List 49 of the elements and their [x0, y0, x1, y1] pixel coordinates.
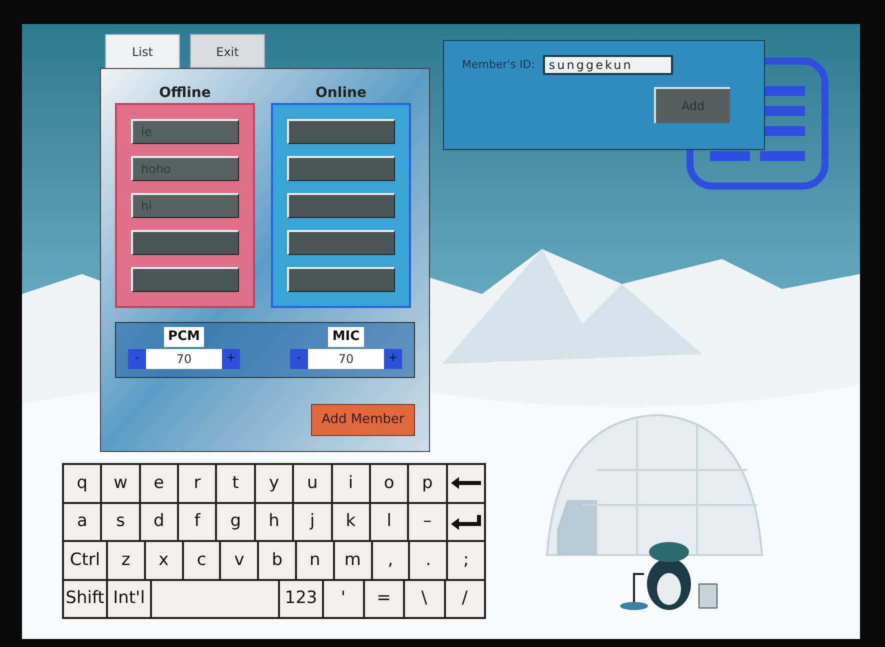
keyboard-key[interactable]: i [332, 464, 370, 502]
keyboard-key[interactable]: ; [447, 541, 485, 580]
keyboard-key[interactable]: h [254, 502, 294, 541]
keyboard-key[interactable]: ' [323, 580, 364, 618]
keyboard-key[interactable]: o [370, 464, 408, 502]
keyboard-key[interactable]: e [140, 464, 178, 502]
keyboard-key[interactable]: 123 [279, 580, 323, 618]
keyboard-key[interactable]: s [101, 502, 140, 541]
tab[interactable]: List [105, 34, 180, 70]
list-title: Online [316, 84, 366, 103]
keyboard-key[interactable]: n [296, 541, 334, 580]
keyboard-key[interactable]: / [444, 580, 485, 618]
keyboard-key[interactable]: . [409, 541, 448, 580]
volume-label: PCM [164, 327, 204, 346]
list-title: Offline [159, 84, 211, 103]
keyboard-key[interactable]: u [293, 464, 332, 502]
keyboard-key[interactable]: = [364, 580, 404, 618]
keyboard-key[interactable]: p [408, 464, 447, 502]
volume-label: MIC [328, 327, 364, 346]
keyboard-key[interactable]: Shift [63, 580, 107, 618]
keyboard-key[interactable]: Ctrl [63, 541, 107, 580]
keyboard-key[interactable]: b [258, 541, 296, 580]
keyboard-key[interactable]: m [334, 541, 372, 580]
keyboard-key[interactable]: j [293, 502, 332, 541]
keyboard-key[interactable]: z [107, 541, 145, 580]
keyboard-key[interactable]: t [216, 464, 255, 502]
keyboard-key[interactable]: – [408, 502, 447, 541]
member-id-field[interactable]: sunggekun [542, 55, 673, 75]
keyboard-key[interactable]: r [178, 464, 216, 502]
keyboard-key[interactable]: a [63, 502, 102, 541]
volume-value: 70 [146, 348, 222, 368]
tab[interactable]: Exit [190, 34, 265, 68]
keyboard-key[interactable]: x [144, 541, 183, 580]
keyboard-key[interactable]: c [182, 541, 220, 580]
keyboard-key[interactable]: k [332, 502, 370, 541]
keyboard-key[interactable]: , [372, 541, 410, 580]
member-id-label: Member's ID: [462, 56, 535, 73]
keyboard-key[interactable]: Int'l [107, 580, 151, 618]
keyboard-key[interactable]: f [178, 502, 216, 541]
keyboard-key[interactable]: \ [404, 580, 444, 618]
volume-value: 70 [308, 348, 384, 368]
keyboard-key[interactable]: q [63, 464, 102, 502]
keyboard-key[interactable]: l [370, 502, 408, 541]
add-member-button[interactable]: Add Member [311, 404, 415, 436]
keyboard-key[interactable]: g [216, 502, 255, 541]
keyboard-key[interactable]: v [220, 541, 258, 580]
keyboard-key[interactable]: w [101, 464, 140, 502]
keyboard-key[interactable]: y [254, 464, 294, 502]
keyboard-key[interactable]: d [140, 502, 178, 541]
